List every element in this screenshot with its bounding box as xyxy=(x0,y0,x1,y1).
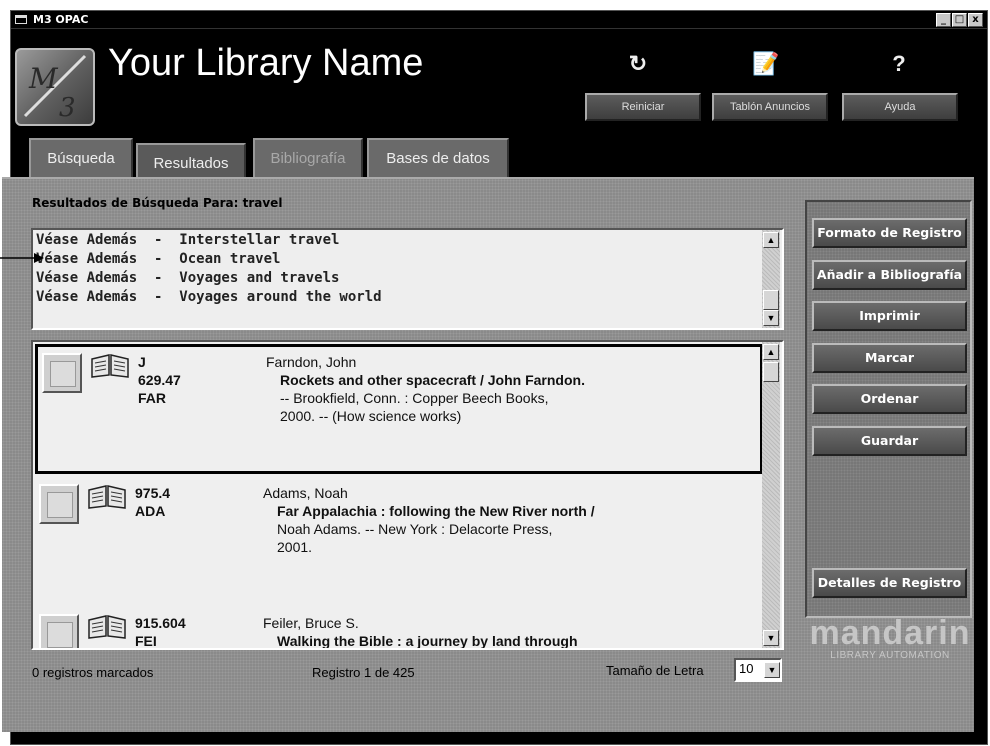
scroll-down-arrow-icon[interactable]: ▼ xyxy=(763,630,779,646)
record-title: Walking the Bible : a journey by land th… xyxy=(277,633,578,649)
see-also-item[interactable]: Véase Además - Voyages and travels xyxy=(36,270,339,286)
title-bar: M3 OPAC _ □ x xyxy=(11,11,987,29)
record-row[interactable]: J 629.47 FAR Farndon, John Rockets and o… xyxy=(35,344,763,474)
call-number: 975.4 ADA xyxy=(135,485,171,519)
book-icon xyxy=(91,354,129,378)
book-icon xyxy=(88,485,126,509)
tablon-anuncios-button[interactable]: Tablón Anuncios xyxy=(712,93,828,121)
marcar-button[interactable]: Marcar xyxy=(812,343,967,373)
tab-busqueda[interactable]: Búsqueda xyxy=(29,138,133,178)
see-also-item[interactable]: Véase Además - Ocean travel xyxy=(36,251,280,267)
call-number: J 629.47 FAR xyxy=(138,354,181,406)
formato-de-registro-button[interactable]: Formato de Registro xyxy=(812,218,967,248)
help-icon: ? xyxy=(892,51,906,76)
see-also-item[interactable]: Véase Además - Interstellar travel xyxy=(36,232,339,248)
see-also-list[interactable]: Véase Además - Interstellar travel Véase… xyxy=(31,228,784,330)
record-title: Far Appalachia : following the New River… xyxy=(277,503,587,519)
m3-logo: M 3 xyxy=(15,48,95,126)
maximize-button[interactable]: □ xyxy=(952,13,967,27)
record-description: Farndon, John Rockets and other spacecra… xyxy=(266,353,696,425)
reiniciar-button[interactable]: Reiniciar xyxy=(585,93,701,121)
scroll-thumb[interactable] xyxy=(763,362,779,382)
scroll-thumb[interactable] xyxy=(763,290,779,310)
detalles-de-registro-button[interactable]: Detalles de Registro xyxy=(812,568,967,598)
results-heading: Resultados de Búsqueda Para: travel xyxy=(32,196,283,210)
chevron-down-icon[interactable]: ▼ xyxy=(764,662,780,678)
record-description: Adams, Noah Far Appalachia : following t… xyxy=(263,484,693,556)
tab-resultados[interactable]: Resultados xyxy=(136,143,246,181)
tab-bibliografia[interactable]: Bibliografía xyxy=(253,138,363,178)
records-scrollbar[interactable] xyxy=(762,342,780,648)
record-row[interactable]: 975.4 ADA Adams, Noah Far Appalachia : f… xyxy=(35,478,763,608)
font-size-label: Tamaño de Letra xyxy=(606,663,704,678)
close-button[interactable]: x xyxy=(968,13,983,27)
guardar-button[interactable]: Guardar xyxy=(812,426,967,456)
record-checkbox[interactable] xyxy=(42,353,82,393)
record-author: Feiler, Bruce S. xyxy=(263,615,359,631)
font-size-select[interactable]: 10 ▼ xyxy=(734,658,782,682)
record-checkbox[interactable] xyxy=(39,484,79,524)
window-title: M3 OPAC xyxy=(33,13,89,26)
scroll-down-arrow-icon[interactable]: ▼ xyxy=(763,310,779,326)
arrow-pointer-icon xyxy=(0,253,44,263)
svg-text:3: 3 xyxy=(59,93,76,123)
ordenar-button[interactable]: Ordenar xyxy=(812,384,967,414)
records-list[interactable]: J 629.47 FAR Farndon, John Rockets and o… xyxy=(31,340,784,650)
ayuda-button[interactable]: Ayuda xyxy=(842,93,958,121)
see-also-item[interactable]: Véase Además - Voyages around the world xyxy=(36,289,382,305)
record-checkbox[interactable] xyxy=(39,614,79,648)
svg-text:M: M xyxy=(28,62,59,95)
book-icon xyxy=(88,615,126,639)
imprimir-button[interactable]: Imprimir xyxy=(812,301,967,331)
record-position: Registro 1 de 425 xyxy=(312,665,415,680)
scroll-up-arrow-icon[interactable]: ▲ xyxy=(763,344,779,360)
record-author: Farndon, John xyxy=(266,354,357,370)
reset-icon: ↻ xyxy=(628,51,648,76)
marked-count: 0 registros marcados xyxy=(32,665,154,680)
call-number: 915.604 FEI xyxy=(135,615,186,649)
notice-board-icon: 📝 xyxy=(752,51,780,76)
mandarin-logo: mandarin LIBRARY AUTOMATION xyxy=(809,614,971,661)
record-description: Feiler, Bruce S. Walking the Bible : a j… xyxy=(263,614,693,649)
record-row[interactable]: 915.604 FEI Feiler, Bruce S. Walking the… xyxy=(35,608,763,649)
window-icon xyxy=(15,15,27,24)
scroll-up-arrow-icon[interactable]: ▲ xyxy=(763,232,779,248)
record-author: Adams, Noah xyxy=(263,485,348,501)
record-title: Rockets and other spacecraft xyxy=(280,372,477,388)
library-name: Your Library Name xyxy=(108,42,424,84)
anadir-a-bibliografia-button[interactable]: Añadir a Bibliografía xyxy=(812,260,967,290)
tab-bases-de-datos[interactable]: Bases de datos xyxy=(367,138,509,178)
minimize-button[interactable]: _ xyxy=(936,13,951,27)
